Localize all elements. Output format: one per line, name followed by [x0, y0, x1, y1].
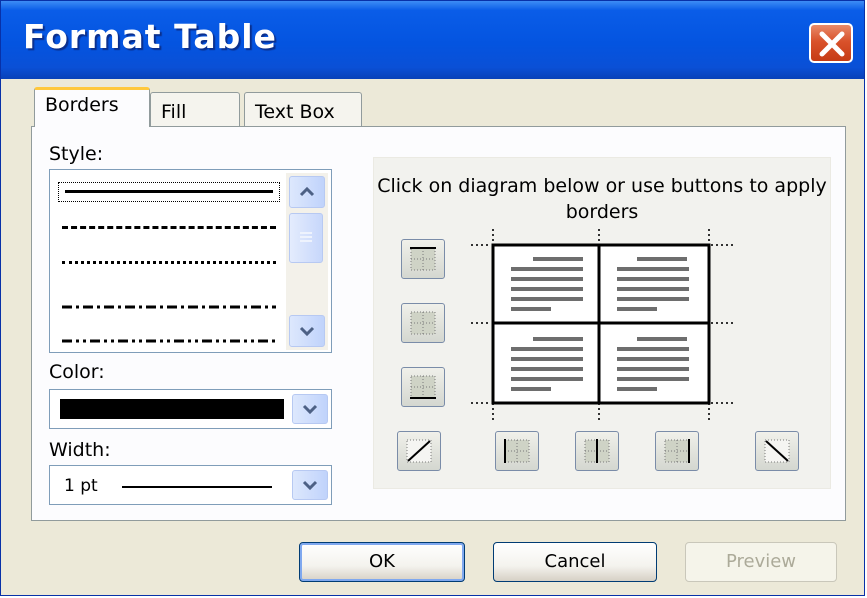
right-border-button[interactable]	[655, 431, 699, 471]
border-diagram[interactable]	[471, 229, 741, 425]
border-inside-vertical-icon	[584, 439, 610, 463]
chevron-down-icon	[299, 326, 315, 337]
line-style-item-solid[interactable]	[58, 182, 280, 202]
dash-dot-line-sample	[62, 305, 276, 309]
tab-fill[interactable]: Fill	[150, 92, 240, 126]
ok-button[interactable]: OK	[299, 542, 465, 582]
color-dropdown[interactable]	[49, 389, 332, 429]
diagonal-up-border-button[interactable]	[397, 431, 441, 471]
cancel-button[interactable]: Cancel	[493, 542, 657, 582]
border-instructions: Click on diagram below or use buttons to…	[377, 175, 827, 223]
border-diagonal-down-icon	[764, 439, 790, 463]
width-value: 1 pt	[64, 476, 98, 496]
color-label: Color:	[49, 361, 105, 383]
diagonal-down-border-button[interactable]	[755, 431, 799, 471]
chevron-down-icon	[302, 480, 318, 491]
color-swatch	[60, 399, 284, 419]
close-icon	[819, 31, 845, 57]
scroll-up-button[interactable]	[289, 176, 325, 208]
border-top-icon	[410, 247, 436, 271]
inside-horizontal-border-button[interactable]	[401, 303, 445, 343]
close-button[interactable]	[809, 23, 853, 63]
dialog-title: Format Table	[23, 17, 277, 56]
line-style-scrollbar[interactable]	[286, 173, 328, 350]
width-label: Width:	[49, 439, 111, 461]
style-label: Style:	[49, 143, 104, 165]
left-border-button[interactable]	[495, 431, 539, 471]
border-left-icon	[504, 439, 530, 463]
format-table-dialog: Format Table Borders Fill Text Box Style…	[0, 0, 865, 596]
tab-text-box[interactable]: Text Box	[244, 92, 362, 126]
tab-text-box-label: Text Box	[255, 101, 335, 123]
line-style-item-dotted[interactable]	[62, 261, 276, 264]
tab-fill-label: Fill	[161, 101, 187, 123]
border-bottom-icon	[410, 375, 436, 399]
tab-borders[interactable]: Borders	[34, 87, 150, 127]
border-right-icon	[664, 439, 690, 463]
color-dropdown-button[interactable]	[292, 394, 328, 424]
line-style-item-dashed[interactable]	[62, 226, 276, 229]
title-bar[interactable]: Format Table	[1, 1, 864, 79]
top-border-button[interactable]	[401, 239, 445, 279]
border-inside-horizontal-icon	[410, 311, 436, 335]
scroll-down-button[interactable]	[289, 315, 325, 347]
solid-line-sample	[65, 190, 273, 193]
bottom-border-button[interactable]	[401, 367, 445, 407]
dash-dot-dot-line-sample	[62, 339, 276, 343]
border-diagonal-up-icon	[406, 439, 432, 463]
grip-icon	[300, 232, 312, 242]
width-line-sample	[122, 486, 272, 488]
scroll-thumb[interactable]	[289, 213, 323, 263]
preview-button: Preview	[685, 542, 837, 582]
tab-borders-label: Borders	[45, 94, 119, 116]
chevron-up-icon	[299, 186, 315, 197]
inside-vertical-border-button[interactable]	[575, 431, 619, 471]
width-dropdown[interactable]: 1 pt	[49, 465, 332, 505]
chevron-down-icon	[302, 404, 318, 415]
width-dropdown-button[interactable]	[292, 470, 328, 500]
